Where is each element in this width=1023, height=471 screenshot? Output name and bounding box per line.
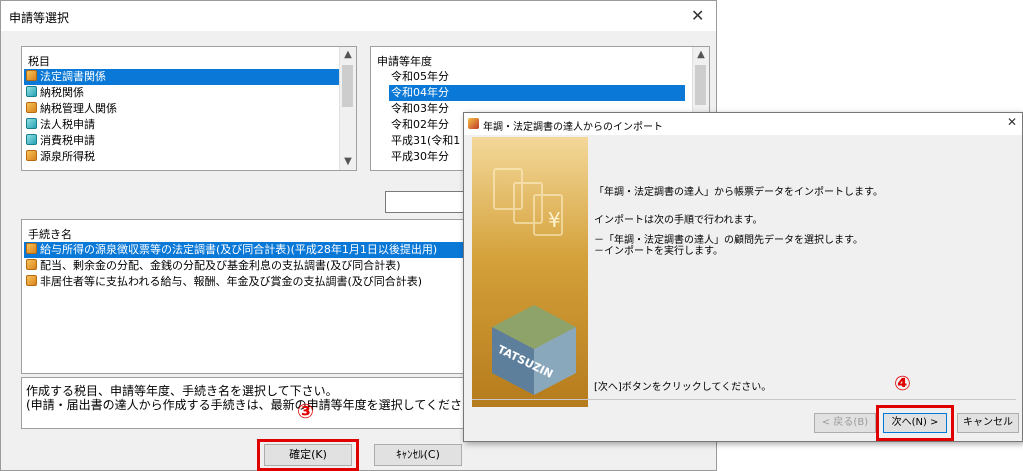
list-item-label: 源泉所得税 xyxy=(40,150,95,163)
list-item[interactable]: 法人税申請 xyxy=(24,117,340,133)
scroll-thumb[interactable] xyxy=(342,65,353,107)
teal-doc-icon xyxy=(26,134,37,145)
fiscal-year-header: 申請等年度 xyxy=(377,55,432,68)
list-item-label: 給与所得の源泉徴収票等の法定調書(及び同合計表)(平成28年1月1日以後提出用) xyxy=(40,243,438,256)
import-wizard-dialog: 年調・法定調書の達人からのインポート ✕ ¥ TATSUZIN 「年調・法定調書… xyxy=(463,112,1023,442)
cancel-button[interactable]: ｷｬﾝｾﾙ(C) xyxy=(374,444,462,466)
list-item-label: 平成30年分 xyxy=(391,150,449,163)
orange-doc-icon xyxy=(26,275,37,286)
svg-text:¥: ¥ xyxy=(548,208,561,232)
list-item-label: 納税関係 xyxy=(40,86,84,99)
scroll-thumb[interactable] xyxy=(695,65,706,105)
list-item-label: 非居住者等に支払われる給与、報酬、年金及び賞金の支払調書(及び同合計表) xyxy=(40,275,423,288)
divider xyxy=(472,399,1016,400)
list-item-label: 平成31(令和1 xyxy=(391,134,461,147)
scroll-up-icon[interactable]: ▲ xyxy=(340,47,356,63)
orange-doc-icon xyxy=(26,70,37,81)
wizard-line-1: 「年調・法定調書の達人」から帳票データをインポートします。 xyxy=(594,187,883,198)
list-item-label: 配当、剰余金の分配、金銭の分配及び基金利息の支払調書(及び同合計表) xyxy=(40,259,401,272)
back-button[interactable]: < 戻る(B) xyxy=(814,413,876,433)
dialog-title: 申請等選択 xyxy=(9,11,70,25)
list-item[interactable]: 令和04年分 xyxy=(389,85,685,101)
list-item-label: 令和05年分 xyxy=(391,70,449,83)
list-item[interactable]: 法定調書関係 xyxy=(24,69,340,85)
banner-artwork: ¥ TATSUZIN xyxy=(492,168,576,395)
scroll-down-icon[interactable]: ▼ xyxy=(340,154,356,170)
list-item-label: 法人税申請 xyxy=(40,118,95,131)
close-icon[interactable]: ✕ xyxy=(691,6,704,25)
teal-doc-icon xyxy=(26,86,37,97)
cancel-button[interactable]: キャンセル xyxy=(957,413,1019,433)
list-item-label: 令和04年分 xyxy=(391,86,449,99)
orange-doc-icon xyxy=(26,259,37,270)
next-button[interactable]: 次へ(N) > xyxy=(883,413,947,433)
list-item[interactable]: 消費税申請 xyxy=(24,133,340,149)
tax-category-list[interactable]: 税目 法定調書関係 納税関係納税管理人関係 法人税申請消費税申請源泉所得税 ▲ ▼ xyxy=(21,46,357,171)
list-item-label: 消費税申請 xyxy=(40,134,95,147)
wizard-title: 年調・法定調書の達人からのインポート xyxy=(483,122,663,133)
list-item-label: 法定調書関係 xyxy=(40,70,106,83)
list-item[interactable]: 納税関係 xyxy=(24,85,340,101)
tax-category-header: 税目 xyxy=(28,55,50,68)
wizard-line-2: インポートは次の手順で行われます。 xyxy=(594,215,763,226)
wizard-line-5: [次へ]ボタンをクリックしてください。 xyxy=(594,382,772,393)
dialog-titlebar: 申請等選択 ✕ xyxy=(1,1,716,31)
orange-doc-icon xyxy=(26,150,37,161)
list-item[interactable]: 源泉所得税 xyxy=(24,149,340,165)
step-marker-4: ④ xyxy=(894,371,911,395)
wizard-line-4: －インポートを実行します。 xyxy=(594,246,723,257)
step-marker-3: ③ xyxy=(297,399,314,423)
wizard-titlebar: 年調・法定調書の達人からのインポート ✕ xyxy=(464,113,1022,135)
procedure-header: 手続き名 xyxy=(28,228,72,241)
list-item[interactable]: 令和05年分 xyxy=(389,69,685,85)
scroll-up-icon[interactable]: ▲ xyxy=(693,47,709,63)
tax-list-scrollbar[interactable]: ▲ ▼ xyxy=(339,47,356,170)
orange-doc-icon xyxy=(26,102,37,113)
search-input[interactable] xyxy=(385,191,475,213)
instruction-line-2: (申請・届出書の達人から作成する手続きは、最新の申請等年度を選択してください) xyxy=(26,398,479,412)
teal-doc-icon xyxy=(26,118,37,129)
list-item-label: 令和03年分 xyxy=(391,102,449,115)
list-item-label: 納税管理人関係 xyxy=(40,102,117,115)
orange-doc-icon xyxy=(26,243,37,254)
list-item-label: 令和02年分 xyxy=(391,118,449,131)
close-icon[interactable]: ✕ xyxy=(1007,115,1017,129)
wizard-banner-image: ¥ TATSUZIN xyxy=(472,137,588,407)
confirm-button[interactable]: 確定(K) xyxy=(264,444,352,466)
app-logo-icon xyxy=(468,118,479,129)
list-item[interactable]: 納税管理人関係 xyxy=(24,101,340,117)
